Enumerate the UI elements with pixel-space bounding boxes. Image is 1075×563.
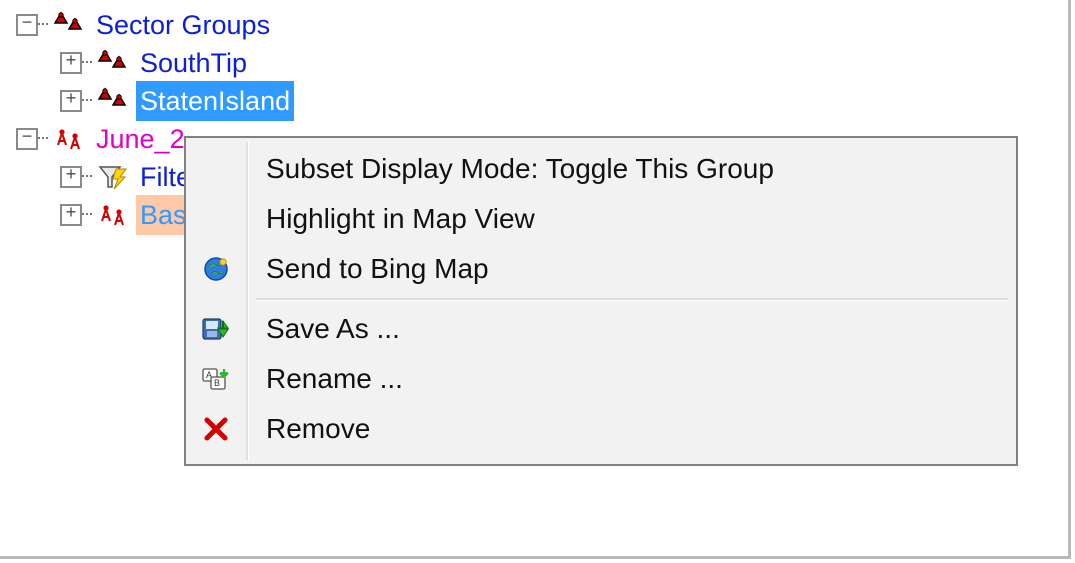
expander-minus-icon[interactable]: − bbox=[16, 14, 38, 36]
tree-connector bbox=[82, 175, 92, 179]
menu-item-label: Highlight in Map View bbox=[246, 203, 535, 235]
menu-item-label: Subset Display Mode: Toggle This Group bbox=[246, 153, 774, 185]
tree-connector bbox=[82, 99, 92, 103]
tree-row-statenisland[interactable]: + StatenIsland bbox=[16, 82, 294, 120]
menu-item-label: Send to Bing Map bbox=[246, 253, 489, 285]
sector-group-icon bbox=[96, 86, 132, 116]
menu-item-label: Remove bbox=[246, 413, 370, 445]
menu-item-remove[interactable]: Remove bbox=[186, 404, 1016, 454]
tree-label: Sector Groups bbox=[92, 6, 274, 44]
menu-item-rename[interactable]: A B Rename ... bbox=[186, 354, 1016, 404]
menu-item-subset-display-mode[interactable]: Subset Display Mode: Toggle This Group bbox=[186, 144, 1016, 194]
tree-label-selected: StatenIsland bbox=[136, 81, 294, 121]
menu-item-label: Save As ... bbox=[246, 313, 400, 345]
menu-item-send-to-bing-map[interactable]: Send to Bing Map bbox=[186, 244, 1016, 294]
sector-group-icon bbox=[96, 48, 132, 78]
filter-bolt-icon bbox=[96, 162, 132, 192]
antenna-group-icon bbox=[52, 124, 88, 154]
expander-plus-icon[interactable]: + bbox=[60, 204, 82, 226]
save-icon bbox=[186, 315, 246, 343]
tree-panel: − Sector Groups + bbox=[0, 0, 1071, 559]
tree-row-southtip[interactable]: + SouthTip bbox=[16, 44, 294, 82]
tree-label: SouthTip bbox=[136, 44, 251, 82]
tree-connector bbox=[82, 61, 92, 65]
tree-connector bbox=[82, 213, 92, 217]
expander-plus-icon[interactable]: + bbox=[60, 166, 82, 188]
menu-item-save-as[interactable]: Save As ... bbox=[186, 304, 1016, 354]
tree-label: June_2 bbox=[92, 120, 189, 158]
menu-item-label: Rename ... bbox=[246, 363, 403, 395]
tree-connector bbox=[38, 137, 48, 141]
expander-plus-icon[interactable]: + bbox=[60, 52, 82, 74]
menu-separator bbox=[256, 298, 1008, 300]
expander-minus-icon[interactable]: − bbox=[16, 128, 38, 150]
globe-icon bbox=[186, 255, 246, 283]
expander-plus-icon[interactable]: + bbox=[60, 90, 82, 112]
sector-group-icon bbox=[52, 10, 88, 40]
tree-row-sector-groups[interactable]: − Sector Groups bbox=[16, 6, 294, 44]
tree-connector bbox=[38, 23, 48, 27]
rename-icon: A B bbox=[186, 365, 246, 393]
svg-text:B: B bbox=[214, 378, 220, 388]
menu-item-highlight-map-view[interactable]: Highlight in Map View bbox=[186, 194, 1016, 244]
remove-icon bbox=[186, 416, 246, 442]
context-menu: Subset Display Mode: Toggle This Group H… bbox=[184, 136, 1018, 466]
antenna-group-icon bbox=[96, 200, 132, 230]
